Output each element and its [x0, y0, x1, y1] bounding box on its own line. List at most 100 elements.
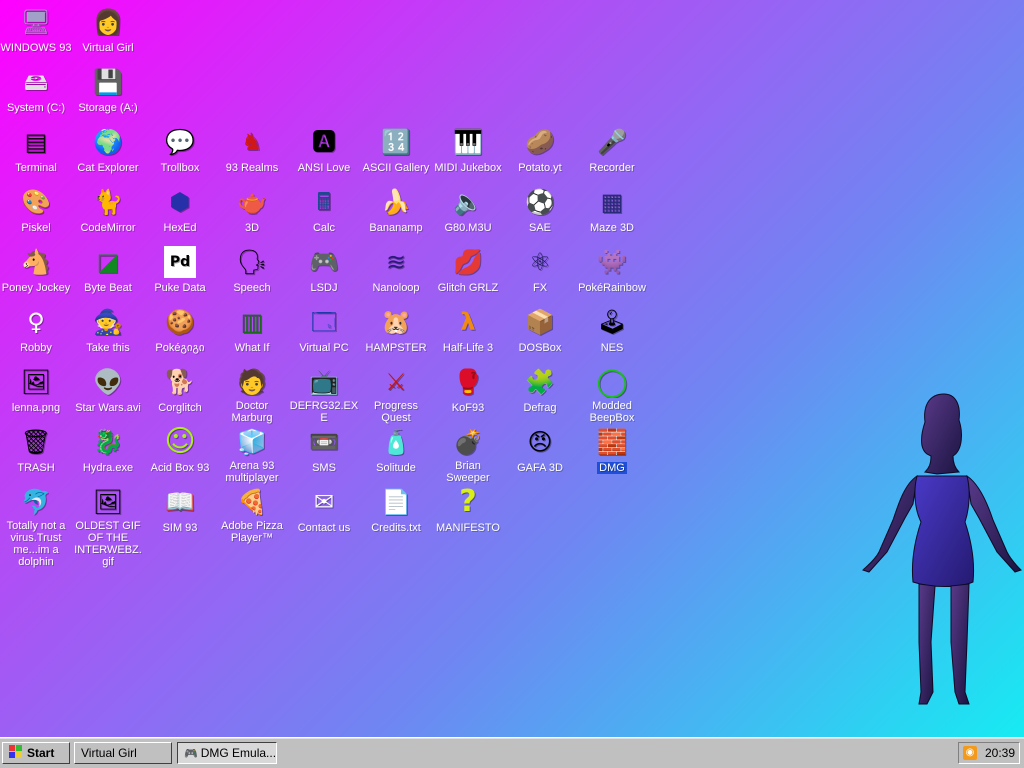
- desktop-icon-what-if[interactable]: ▥ What If: [216, 302, 288, 362]
- floppy-drive-icon: 💾: [93, 68, 123, 96]
- desktop-icon-sms[interactable]: 📼 SMS: [288, 422, 360, 482]
- desktop-icon-label: G80.M3U: [444, 222, 492, 234]
- desktop-icon-ansi-love[interactable]: 🅰 ANSI Love: [288, 122, 360, 182]
- clock[interactable]: 20:39: [985, 743, 1015, 763]
- cookie-icon: 🍪: [165, 308, 195, 336]
- desktop-icon-modded-beepbox[interactable]: ◯ Modded BeepBox: [576, 362, 648, 424]
- desktop-icon-calc[interactable]: 🖩 Calc: [288, 182, 360, 242]
- smiley-icon: ☺: [164, 426, 196, 458]
- desktop-icon-dosbox[interactable]: 📦 DOSBox: [504, 302, 576, 362]
- desktop-icon-oldest-gif[interactable]: 🖼 OLDEST GIF OF THE INTERWEBZ.gif: [72, 482, 144, 568]
- numbers-icon: 🔢: [381, 128, 411, 156]
- desktop-icon-lenna-png[interactable]: 🖼 lenna.png: [0, 362, 72, 422]
- desktop-icon-star-wars-avi[interactable]: 👽 Star Wars.avi: [72, 362, 144, 422]
- desktop-icon-piskel[interactable]: 🎨 Piskel: [0, 182, 72, 242]
- desktop-icon-credits-txt[interactable]: 📄 Credits.txt: [360, 482, 432, 542]
- desktop[interactable]: 🖥 WINDOWS 93 👩 Virtual Girl 🖴 System (C:) 💾…: [0, 0, 1024, 738]
- desktop-icon-sae[interactable]: ⚽ SAE: [504, 182, 576, 242]
- desktop-icon-midi-jukebox[interactable]: 🎹 MIDI Jukebox: [432, 122, 504, 182]
- box-icon: 📦: [525, 308, 555, 336]
- book-icon: 📖: [165, 488, 195, 516]
- windows-logo-icon: [9, 745, 22, 758]
- desktop-icon-hampster[interactable]: 🐹 HAMPSTER: [360, 302, 432, 362]
- piano-icon: 🎹: [453, 128, 483, 156]
- desktop-icon-storage-a[interactable]: 💾 Storage (A:): [72, 62, 144, 122]
- desktop-icon-progress-quest[interactable]: ⚔ Progress Quest: [360, 362, 432, 424]
- desktop-icon-label: HAMPSTER: [365, 342, 427, 354]
- desktop-icon-virtual-pc[interactable]: 🗔 Virtual PC: [288, 302, 360, 362]
- desktop-icon-label: Poney Jockey: [1, 282, 71, 294]
- virtual-girl-figure[interactable]: [859, 392, 1024, 708]
- taskbar-item-dmg-emulator[interactable]: 🎮 DMG Emula...: [177, 742, 277, 764]
- globe-icon: 🌍: [93, 128, 123, 156]
- desktop-icon-hydra-exe[interactable]: 🐉 Hydra.exe: [72, 422, 144, 482]
- desktop-icon-brian-sweeper[interactable]: 💣 Brian Sweeper: [432, 422, 504, 484]
- desktop-icon-gafa-3d[interactable]: 😠 GAFA 3D: [504, 422, 576, 482]
- desktop-icon-poney-jockey[interactable]: 🐴 Poney Jockey: [0, 242, 72, 302]
- desktop-icon-contact-us[interactable]: ✉ Contact us: [288, 482, 360, 542]
- desktop-icon-manifesto[interactable]: ? MANIFESTO: [432, 482, 504, 542]
- desktop-icon-trollbox[interactable]: 💬 Trollbox: [144, 122, 216, 182]
- desktop-icon-label: SAE: [528, 222, 551, 234]
- desktop-icon-sim-93[interactable]: 📖 SIM 93: [144, 482, 216, 542]
- desktop-icon-g80-m3u[interactable]: 🔈 G80.M3U: [432, 182, 504, 242]
- desktop-icon-ascii-gallery[interactable]: 🔢 ASCII Gallery: [360, 122, 432, 182]
- desktop-icon-recorder[interactable]: 🎤 Recorder: [576, 122, 648, 182]
- desktop-icon-terminal[interactable]: ▤ Terminal: [0, 122, 72, 182]
- desktop-icon-corglitch[interactable]: 🐕 Corglitch: [144, 362, 216, 422]
- desktop-icon-half-life-3[interactable]: λ Half-Life 3: [432, 302, 504, 362]
- desktop-icon-byte-beat[interactable]: ◪ Byte Beat: [72, 242, 144, 302]
- cartridge-icon: 📼: [309, 428, 339, 456]
- desktop-icon-label: FX: [532, 282, 548, 294]
- desktop-icon-cat-explorer[interactable]: 🌍 Cat Explorer: [72, 122, 144, 182]
- desktop-icon-dmg[interactable]: 🧱 DMG: [576, 422, 648, 482]
- desktop-icon-defrg32-exe[interactable]: 📺 DEFRG32.EXE: [288, 362, 360, 424]
- desktop-icon-acid-box-93[interactable]: ☺ Acid Box 93: [144, 422, 216, 482]
- desktop-icon-virtual-girl[interactable]: 👩 Virtual Girl: [72, 2, 144, 62]
- desktop-icon-3d[interactable]: 🫖 3D: [216, 182, 288, 242]
- desktop-icon-bananamp[interactable]: 🍌 Bananamp: [360, 182, 432, 242]
- desktop-icon-93-realms[interactable]: ♞ 93 Realms: [216, 122, 288, 182]
- desktop-icon-adobe-pizza-player[interactable]: 🍕 Adobe Pizza Player™: [216, 482, 288, 544]
- desktop-icon-potato-yt[interactable]: 🥔 Potato.yt: [504, 122, 576, 182]
- desktop-icon-take-this[interactable]: 🧙 Take this: [72, 302, 144, 362]
- desktop-icon-label: Piskel: [21, 222, 51, 234]
- desktop-icon-windows-93[interactable]: 🖥 WINDOWS 93: [0, 2, 72, 62]
- desktop-icon-nes[interactable]: 🕹 NES: [576, 302, 648, 362]
- desktop-icon-lsdj[interactable]: 🎮 LSDJ: [288, 242, 360, 302]
- desktop-icon-label: Corglitch: [158, 402, 202, 414]
- taskbar-item-label: Virtual Girl: [81, 746, 137, 760]
- desktop-icon-speech[interactable]: 🗣 Speech: [216, 242, 288, 302]
- start-button[interactable]: Start: [2, 742, 70, 764]
- desktop-icon-label: TRASH: [17, 462, 55, 474]
- desktop-icon-defrag[interactable]: 🧩 Defrag: [504, 362, 576, 422]
- desktop-icon-label: DMG: [597, 462, 627, 474]
- desktop-icon-nanoloop[interactable]: ≋ Nanoloop: [360, 242, 432, 302]
- desktop-icon-label: Storage (A:): [78, 102, 138, 114]
- desktop-icon-trash[interactable]: 🗑 TRASH: [0, 422, 72, 482]
- taskbar-item-virtual-girl[interactable]: Virtual Girl: [74, 742, 172, 764]
- desktop-icon-solitude[interactable]: 🧴 Solitude: [360, 422, 432, 482]
- desktop-icon-maze-3d[interactable]: ▦ Maze 3D: [576, 182, 648, 242]
- desktop-icon-glitch-grlz[interactable]: 💋 Glitch GRLZ: [432, 242, 504, 302]
- desktop-icon-label: DEFRG32.EXE: [289, 400, 359, 424]
- desktop-icon-puke-data[interactable]: Pd Puke Data: [144, 242, 216, 302]
- desktop-icon-system-c[interactable]: 🖴 System (C:): [0, 62, 72, 122]
- desktop-icon-dolphin[interactable]: 🐬 Totally not a virus.Trust me...im a dol…: [0, 482, 72, 568]
- desktop-icon-doctor-marburg[interactable]: 🧑 Doctor Marburg: [216, 362, 288, 424]
- desktop-icon-fx[interactable]: ⚛ FX: [504, 242, 576, 302]
- desktop-icon-pokerainbow[interactable]: 👾 PokéRainbow: [576, 242, 648, 302]
- desktop-icon-arena-93-multiplayer[interactable]: 🧊 Arena 93 multiplayer: [216, 422, 288, 484]
- cube-icon: ⬢: [169, 188, 191, 216]
- desktop-icon-kof93[interactable]: 🥊 KoF93: [432, 362, 504, 422]
- desktop-icon-label: lenna.png: [11, 402, 61, 414]
- desktop-icon-label: Recorder: [589, 162, 635, 174]
- desktop-icon-label: Star Wars.avi: [75, 402, 141, 414]
- desktop-icon-hexed[interactable]: ⬢ HexEd: [144, 182, 216, 242]
- desktop-icon-codemirror[interactable]: 🐈 CodeMirror: [72, 182, 144, 242]
- desktop-icon-poke[interactable]: 🍪 Pokéგიგი: [144, 302, 216, 362]
- desktop-icon-label: Glitch GRLZ: [437, 282, 499, 294]
- rss-icon[interactable]: ◉: [963, 746, 977, 760]
- audio-file-icon: 🔈: [453, 188, 483, 216]
- desktop-icon-robby[interactable]: ♀ Robby: [0, 302, 72, 362]
